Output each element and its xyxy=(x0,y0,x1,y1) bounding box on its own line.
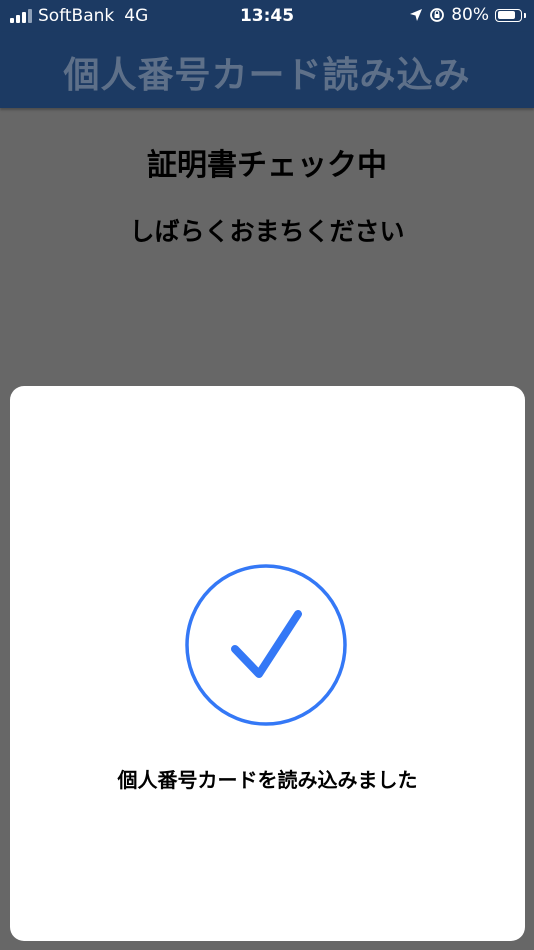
status-right: 80% xyxy=(409,5,526,25)
navigation-bar: 個人番号カード読み込み xyxy=(0,32,534,108)
battery-percent: 80% xyxy=(451,5,489,25)
status-bar: SoftBank 4G 13:45 80% xyxy=(0,0,534,32)
battery-icon xyxy=(495,8,526,22)
screen: SoftBank 4G 13:45 80% 個人番号カード読み込み 証明書チェッ… xyxy=(0,0,534,950)
status-subheading: しばらくおまちください xyxy=(129,217,405,246)
scan-complete-message: 個人番号カードを読み込みました xyxy=(117,768,418,792)
scan-result-sheet: 個人番号カードを読み込みました xyxy=(10,386,525,941)
status-heading: 証明書チェック中 xyxy=(147,148,387,183)
battery-fill xyxy=(497,11,515,19)
page-title: 個人番号カード読み込み xyxy=(63,55,471,96)
location-arrow-icon xyxy=(410,9,423,21)
orientation-lock-icon xyxy=(430,8,445,22)
checkmark-circle-icon xyxy=(185,564,347,726)
